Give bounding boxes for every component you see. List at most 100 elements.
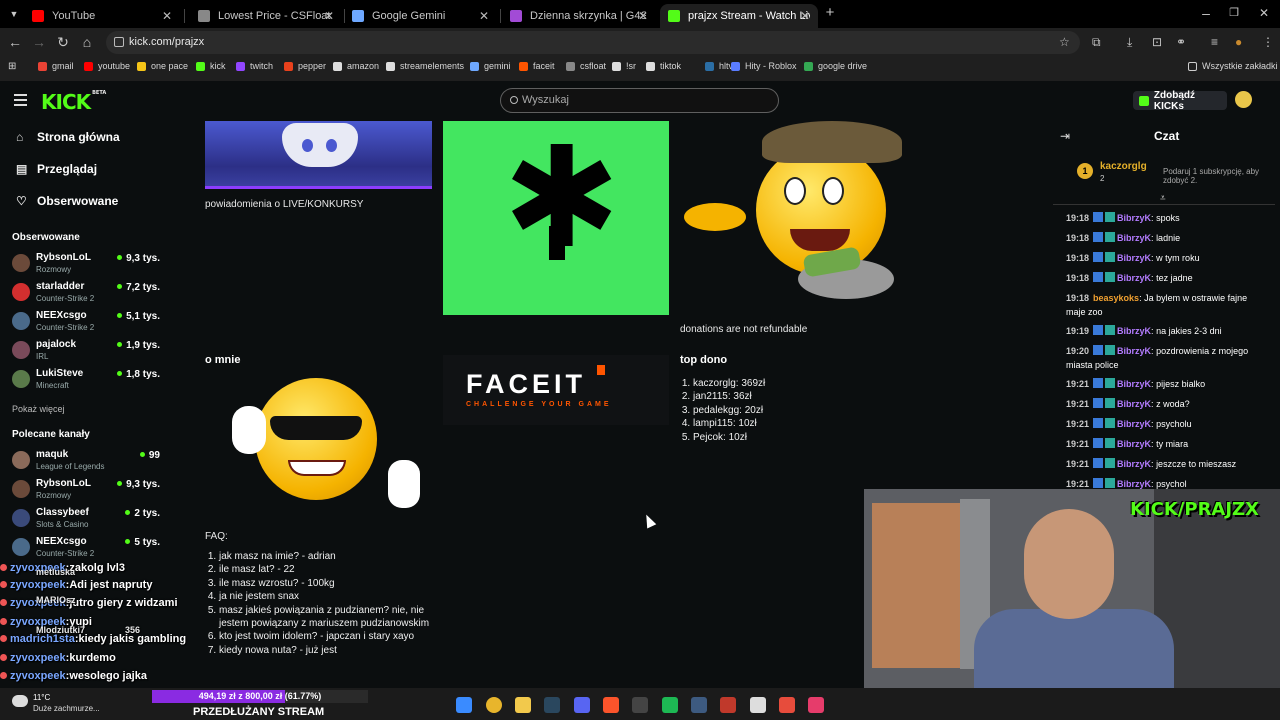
top-gifter-banner[interactable]: 1 kaczorglg 2 Podaruj 1 subskrypcję, aby…	[1075, 158, 1275, 186]
app-blue-icon[interactable]	[691, 697, 707, 713]
chat-username[interactable]: BibrzyK	[1117, 253, 1151, 263]
chat-username[interactable]: BibrzyK	[1117, 399, 1151, 409]
sidebar-item-browse[interactable]: ▤ Przeglądaj	[16, 162, 97, 176]
show-more-link[interactable]: Pokaż więcej	[12, 404, 65, 414]
sidebar-item-home[interactable]: ⌂ Strona główna	[16, 130, 120, 144]
chat-username[interactable]: BibrzyK	[1117, 379, 1151, 389]
chat-username[interactable]: BibrzyK	[1117, 326, 1151, 336]
app-rec-icon[interactable]	[779, 697, 795, 713]
spotify-icon[interactable]	[662, 697, 678, 713]
bookmark-faceit[interactable]: faceit	[519, 61, 555, 71]
sidebar-item-following[interactable]: ♡ Obserwowane	[16, 194, 118, 208]
user-avatar[interactable]	[1235, 91, 1252, 108]
new-tab-icon[interactable]: +	[822, 5, 838, 20]
extensions-icon[interactable]: ⧉	[1092, 35, 1101, 50]
collapse-chat-icon[interactable]: ⇥	[1060, 129, 1070, 143]
chat-username[interactable]: BibrzyK	[1117, 479, 1151, 489]
all-bookmarks-folder[interactable]: Wszystkie zakładki	[1188, 61, 1278, 71]
minimize-icon[interactable]: –	[1198, 6, 1214, 20]
chat-username[interactable]: BibrzyK	[1117, 439, 1151, 449]
close-icon[interactable]: ✕	[162, 9, 172, 23]
address-bar[interactable]: kick.com/prajzx	[106, 31, 1080, 54]
close-icon[interactable]: ✕	[324, 9, 334, 23]
discord-panel-image[interactable]	[205, 121, 432, 189]
bookmark-tiktok[interactable]: tiktok	[646, 61, 681, 71]
windows-start-icon[interactable]	[456, 697, 472, 713]
app-red-icon[interactable]	[720, 697, 736, 713]
bookmark-amazon[interactable]: amazon	[333, 61, 379, 71]
expand-pinned-icon[interactable]: ⩡	[1160, 193, 1166, 204]
close-icon[interactable]: ✕	[638, 9, 648, 23]
bookmark-pepper[interactable]: pepper	[284, 61, 326, 71]
menu-kebab-icon[interactable]: ⋮	[1262, 35, 1274, 49]
download-icon[interactable]: ⤓	[1127, 35, 1132, 50]
close-icon[interactable]: ✕	[479, 9, 489, 23]
chat-username[interactable]: BibrzyK	[1117, 459, 1151, 469]
maximize-icon[interactable]: ❐	[1226, 6, 1242, 20]
back-icon[interactable]: ←	[7, 35, 23, 49]
bookmark-youtube[interactable]: youtube	[84, 61, 130, 71]
window-close-icon[interactable]: ✕	[1256, 6, 1272, 20]
channel-item[interactable]: RybsonLoL Rozmowy 9,3 tys.	[12, 251, 160, 277]
hamburger-menu-icon[interactable]	[14, 94, 27, 106]
channel-item[interactable]: RybsonLoL Rozmowy 9,3 tys.	[12, 477, 160, 503]
channel-item[interactable]: pajalock IRL 1,9 tys.	[12, 338, 160, 364]
channel-item[interactable]: maquk League of Legends 99	[12, 448, 160, 474]
forward-icon[interactable]: →	[31, 35, 47, 49]
channel-item[interactable]: NEEXcsgo Counter-Strike 2 5 tys.	[12, 535, 160, 561]
app-tf-icon[interactable]	[750, 697, 766, 713]
media-icon[interactable]: ≡	[1211, 35, 1218, 49]
steam-icon[interactable]	[544, 697, 560, 713]
weather-widget[interactable]: 11°C Duże zachmurze...	[10, 692, 150, 718]
profile-icon[interactable]: ●	[1235, 35, 1242, 49]
tab-youtube[interactable]: YouTube ✕	[24, 4, 180, 28]
bookmark-google-drive[interactable]: google drive	[804, 61, 867, 71]
site-info-icon[interactable]	[114, 37, 124, 47]
link-icon[interactable]: ⚭	[1176, 35, 1186, 49]
close-icon[interactable]: ✕	[800, 9, 810, 23]
bookmark-one-pace[interactable]: one pace	[137, 61, 188, 71]
chat-username[interactable]: BibrzyK	[1117, 419, 1151, 429]
explorer-icon[interactable]	[515, 697, 531, 713]
bookmark-hltv[interactable]: hltv	[705, 61, 733, 71]
chat-timestamp: 19:18	[1066, 253, 1090, 263]
discord-icon[interactable]	[574, 697, 590, 713]
channel-item[interactable]: NEEXcsgo Counter-Strike 2 5,1 tys.	[12, 309, 160, 335]
bookmark-hity-roblox[interactable]: Hity - Roblox	[731, 61, 797, 71]
channel-item[interactable]: Classybeef Slots & Casino 2 tys.	[12, 506, 160, 532]
bookmark-kick[interactable]: kick	[196, 61, 226, 71]
chat-username[interactable]: BibrzyK	[1117, 346, 1151, 356]
chrome-icon[interactable]	[486, 697, 502, 713]
search-input[interactable]: Wyszukaj	[500, 88, 779, 113]
chat-username[interactable]: BibrzyK	[1117, 213, 1151, 223]
linktree-panel-image[interactable]: ✱	[443, 121, 669, 315]
tab-g4skins[interactable]: Dzienna skrzynka | G4Skins - O ✕	[502, 4, 656, 28]
subscriber-badge-icon	[1093, 438, 1104, 448]
channel-item[interactable]: starladder Counter-Strike 2 7,2 tys.	[12, 280, 160, 306]
chat-username[interactable]: BibrzyK	[1117, 273, 1151, 283]
apps-grid-icon[interactable]: ⊞	[8, 61, 16, 72]
bookmark-streamelements[interactable]: streamelements	[386, 61, 464, 71]
kick-logo[interactable]: KICK BETA	[41, 90, 106, 114]
channel-item[interactable]: LukiSteve Minecraft 1,8 tys.	[12, 367, 160, 393]
reload-icon[interactable]: ↻	[55, 35, 71, 49]
bookmark-sr[interactable]: !sr	[612, 61, 636, 71]
bookmark-star-icon[interactable]: ☆	[1059, 35, 1070, 49]
chat-username[interactable]: BibrzyK	[1117, 233, 1151, 243]
tiktok-icon[interactable]	[808, 697, 824, 713]
bookmark-gemini[interactable]: gemini	[470, 61, 511, 71]
bookmark-twitch[interactable]: twitch	[236, 61, 273, 71]
bookmark-gmail[interactable]: gmail	[38, 61, 74, 71]
bookmark-csfloat[interactable]: csfloat	[566, 61, 606, 71]
obs-icon[interactable]	[632, 697, 648, 713]
tab-kick-active[interactable]: prajzx Stream - Watch Live on K ✕	[660, 4, 818, 28]
tab-csfloat[interactable]: Lowest Price - CSFloat ✕	[190, 4, 342, 28]
get-kicks-button[interactable]: Zdobądź KICKs	[1133, 90, 1227, 112]
brave-icon[interactable]	[603, 697, 619, 713]
tab-gemini[interactable]: Google Gemini ✕	[344, 4, 497, 28]
faceit-panel-image[interactable]: FACEIT CHALLENGE YOUR GAME	[443, 355, 669, 425]
chat-username[interactable]: beasykoks	[1093, 293, 1139, 303]
tab-search-icon[interactable]: ▼	[6, 7, 22, 21]
screenshot-icon[interactable]: ⊡	[1152, 35, 1162, 49]
home-icon[interactable]: ⌂	[79, 35, 95, 49]
